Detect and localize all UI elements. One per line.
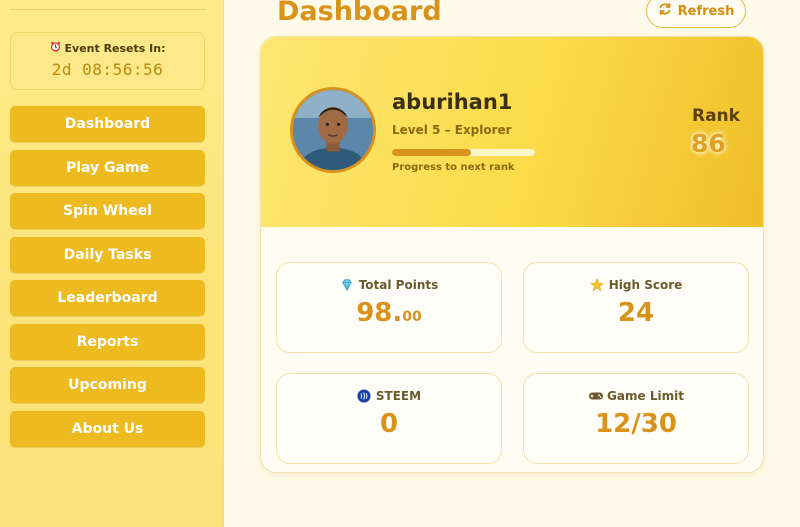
stat-steem-value: 0 [379,409,399,439]
gem-icon [340,278,354,292]
rank-label: Rank [692,106,740,126]
refresh-label: Refresh [677,3,735,19]
rank-progress-bar [392,149,535,156]
stat-high-score-label: High Score [608,278,683,292]
refresh-button[interactable]: Refresh [646,0,746,28]
stat-high-score: High Score 24 [523,262,749,353]
steem-logo-icon [357,389,371,403]
sidebar-divider [10,9,206,10]
stat-steem: STEEM 0 [276,373,502,464]
stat-total-points-label: Total Points [358,278,439,292]
stat-total-points: Total Points 98.00 [276,262,502,353]
rank-progress-fill [392,149,471,156]
sidebar-item-reports[interactable]: Reports [10,323,205,360]
stat-steem-label: STEEM [375,389,422,403]
user-level: Level 5 – Explorer [392,123,512,137]
refresh-icon [658,2,672,20]
sidebar-item-about-us[interactable]: About Us [10,410,205,447]
stat-high-score-title: High Score [524,278,748,292]
sidebar-item-dashboard[interactable]: Dashboard [10,106,205,142]
stat-total-points-value: 98.00 [277,298,501,328]
sidebar: Event Resets In: 2d 08:56:56 Dashboard P… [0,0,224,527]
rank-value: 86 [691,129,726,158]
stat-total-points-decimal: 00 [402,309,422,325]
stat-total-points-integer: 98. [356,298,403,328]
stat-steem-title: STEEM [277,389,501,403]
page-title: Dashboard [277,0,442,27]
stat-total-points-title: Total Points [277,278,501,292]
gamepad-icon [588,389,604,403]
event-timer-label: Event Resets In: [64,41,166,55]
event-timer-countdown: 2d 08:56:56 [51,60,164,79]
stat-high-score-value: 24 [617,298,655,328]
sidebar-item-play-game[interactable]: Play Game [10,149,205,186]
star-icon [589,278,604,292]
rank-progress-label: Progress to next rank [392,162,515,173]
stat-game-limit-title: Game Limit [524,389,748,403]
sidebar-item-daily-tasks[interactable]: Daily Tasks [10,236,205,273]
sidebar-nav: Dashboard Play Game Spin Wheel Daily Tas… [10,106,205,454]
stat-game-limit-value: 12/30 [595,409,677,439]
dashboard-card: aburihan1 Level 5 – Explorer Progress to… [260,36,764,473]
stat-game-limit: Game Limit 12/30 [523,373,749,464]
event-timer-title: Event Resets In: [11,41,204,55]
alarm-clock-icon [50,41,61,55]
username: aburihan1 [392,90,513,114]
profile-banner: aburihan1 Level 5 – Explorer Progress to… [261,37,763,227]
avatar [290,87,376,173]
sidebar-item-leaderboard[interactable]: Leaderboard [10,280,205,316]
event-timer: Event Resets In: 2d 08:56:56 [10,32,205,90]
sidebar-item-upcoming[interactable]: Upcoming [10,367,205,403]
sidebar-item-spin-wheel[interactable]: Spin Wheel [10,193,205,229]
stat-game-limit-label: Game Limit [607,389,684,403]
